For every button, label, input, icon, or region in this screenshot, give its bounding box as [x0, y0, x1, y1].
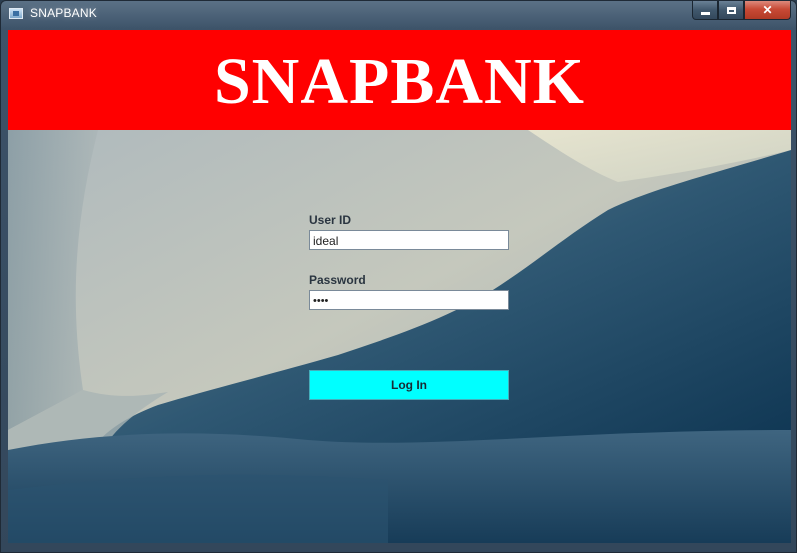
window-title: SNAPBANK: [30, 6, 97, 20]
background-image: [8, 130, 791, 543]
log-in-button[interactable]: Log In: [309, 370, 509, 400]
banner-title: SNAPBANK: [213, 45, 586, 118]
password-label: Password: [309, 273, 366, 287]
password-field[interactable]: [309, 290, 509, 310]
maximize-button[interactable]: [718, 1, 744, 20]
minimize-icon: [700, 11, 710, 15]
caption-buttons: ✕: [692, 1, 791, 20]
java-app-icon: [9, 8, 23, 19]
maximize-icon: [726, 6, 736, 14]
app-window: SNAPBANK ✕ SNAPBANK User ID ideal Passwo…: [0, 0, 797, 553]
user-id-label: User ID: [309, 213, 352, 227]
close-icon: ✕: [762, 3, 773, 17]
minimize-button[interactable]: [692, 1, 718, 20]
banner-header: SNAPBANK: [8, 30, 791, 130]
close-button[interactable]: ✕: [744, 1, 791, 20]
client-area: SNAPBANK User ID ideal Password •••• Log…: [8, 30, 791, 543]
user-id-field[interactable]: [309, 230, 509, 250]
title-bar[interactable]: SNAPBANK ✕: [1, 1, 796, 27]
